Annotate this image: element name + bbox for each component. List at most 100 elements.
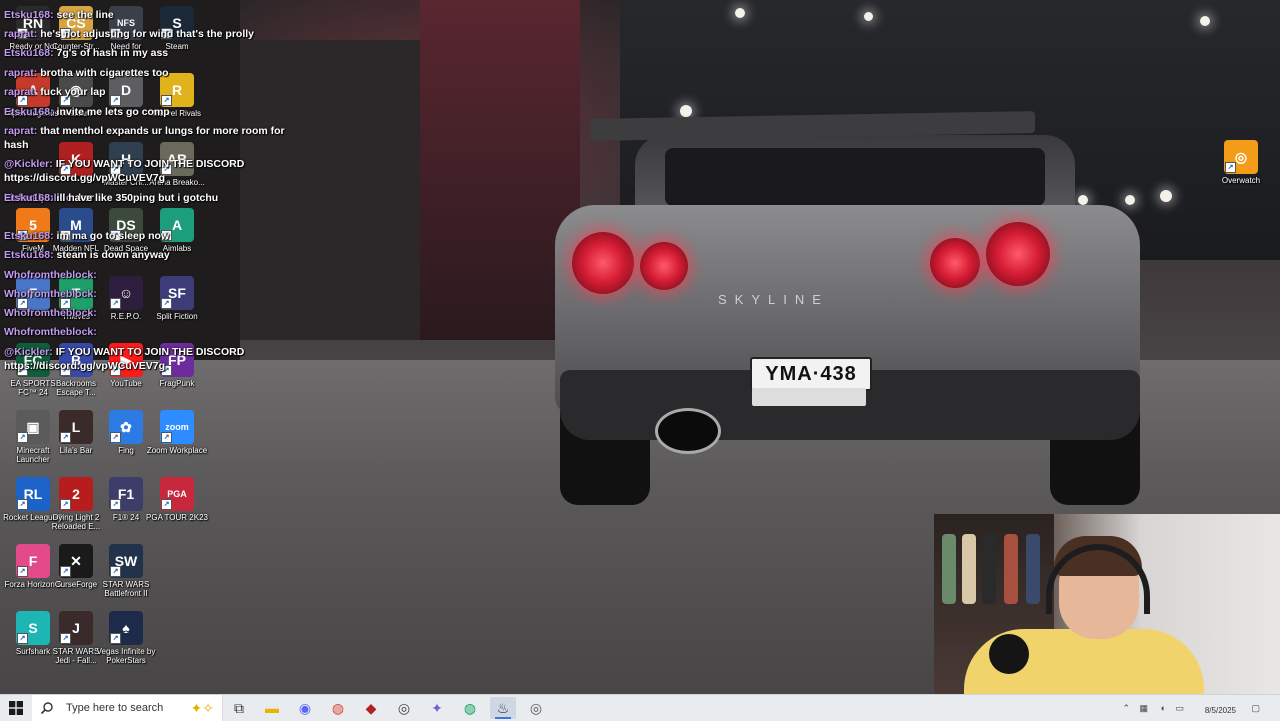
shortcut-arrow-icon: ↗ (60, 432, 71, 443)
vegas-infinite-icon-shortcut[interactable]: ♠ ↗ Vegas Infinite by PokerStars (95, 611, 157, 665)
chat-text: https://discord.gg/vpWCuVEV7g (4, 360, 166, 372)
pga-tour-icon-shortcut[interactable]: PGA ↗ PGA TOUR 2K23 (146, 477, 208, 522)
shortcut-arrow-icon: ↗ (17, 432, 28, 443)
shortcut-arrow-icon: ↗ (110, 298, 121, 309)
chat-username: @Kickler: (4, 158, 53, 170)
battery-icon[interactable]: ▭ (1175, 703, 1184, 714)
shortcut-arrow-icon: ↗ (60, 566, 71, 577)
tail-light (640, 242, 688, 290)
icon-label: STAR WARS Battlefront II (102, 580, 150, 598)
shortcut-arrow-icon: ↗ (60, 633, 71, 644)
chat-message: raprat: brotha with cigarettes too (4, 67, 169, 79)
shortcut-arrow-icon: ↗ (17, 633, 28, 644)
chat-message: Whofromtheblock: (4, 326, 97, 338)
repo-icon: ☺ ↗ (109, 276, 143, 310)
icon-label: Overwatch (1221, 176, 1261, 185)
chat-username: @Kickler: (4, 346, 53, 358)
chat-username: Whofromtheblock: (4, 307, 97, 319)
shortcut-arrow-icon: ↗ (161, 499, 172, 510)
curseforge-icon: ✕ ↗ (59, 544, 93, 578)
file-explorer-button[interactable]: ▬ (259, 697, 285, 719)
obs-button[interactable]: ◎ (391, 697, 417, 719)
overwatch-icon: ◎ ↗ (1224, 140, 1258, 174)
chrome-icon: ◍ (331, 699, 345, 716)
copilot-button[interactable]: ✦ (424, 697, 450, 719)
icon-label: Split Fiction (156, 312, 198, 321)
shortcut-arrow-icon: ↗ (110, 95, 121, 106)
shortcut-arrow-icon: ↗ (17, 499, 28, 510)
search-icon (40, 702, 53, 715)
pga-tour-icon: PGA ↗ (160, 477, 194, 511)
tail-light (986, 222, 1050, 286)
microphone (989, 634, 1029, 674)
obs2-button[interactable]: ◎ (523, 697, 549, 719)
f1-24-icon: F1 ↗ (109, 477, 143, 511)
lakers-bar-icon: L ↗ (59, 410, 93, 444)
chat-message: Whofromtheblock: (4, 288, 97, 300)
webcam-cloth (962, 534, 976, 604)
network-icon[interactable]: ▦ (1139, 703, 1148, 714)
file-explorer-icon: ▬ (265, 700, 279, 716)
webcam-cloth (982, 534, 996, 604)
chat-message: Etsku168: ill have like 350ping but i go… (4, 192, 218, 204)
zoom-icon-shortcut[interactable]: zoom ↗ Zoom Workplace (146, 410, 208, 455)
shortcut-arrow-icon: ↗ (161, 95, 172, 106)
app-red-button[interactable]: ◆ (358, 697, 384, 719)
task-view-button[interactable]: ⧉ (226, 697, 252, 719)
chat-username: Etsku168: (4, 9, 54, 21)
webcam-cloth (1026, 534, 1040, 604)
car-rear-window (665, 148, 1045, 206)
chat-message: Etsku168: invite me lets go comp (4, 106, 170, 118)
chat-username: raprat: (4, 125, 38, 137)
chat-text: 7g's of hash in my ass (56, 47, 169, 59)
fing-icon: ✿ ↗ (109, 410, 143, 444)
chat-text: im ma go to sleep now (56, 230, 170, 242)
overwatch-icon-shortcut[interactable]: ◎ ↗ Overwatch (1210, 140, 1272, 185)
chat-text: hash (4, 139, 29, 151)
notifications-icon[interactable]: ▢ (1251, 703, 1260, 714)
taskbar: Type here to search ✦✧ ⧉ ▬ ◉ ◍ ◆ ◎ ✦ ◍ ♨ ◎ ⌃ ▦ ◐ … (0, 694, 1280, 721)
tray-overflow-icon[interactable]: ⌃ (1122, 703, 1130, 714)
chat-text: that menthol expands ur lungs for more r… (40, 125, 285, 137)
chat-text: invite me lets go comp (56, 106, 170, 118)
steam-icon: ♨ (496, 699, 510, 716)
chat-username: Etsku168: (4, 47, 54, 59)
chat-text: see the line (56, 9, 114, 21)
webcam-overlay (934, 514, 1280, 694)
tail-light (572, 232, 634, 294)
chat-message: hash (4, 139, 29, 151)
obs-icon: ◎ (397, 699, 411, 716)
discord-button[interactable]: ◉ (292, 697, 318, 719)
steam-button[interactable]: ♨ (490, 697, 516, 719)
chrome2-button[interactable]: ◍ (457, 697, 483, 719)
chat-message: Etsku168: see the line (4, 9, 114, 21)
chrome-button[interactable]: ◍ (325, 697, 351, 719)
star-wars-battlefront-icon-shortcut[interactable]: SW ↗ STAR WARS Battlefront II (95, 544, 157, 598)
chat-message: raprat: that menthol expands ur lungs fo… (4, 125, 285, 137)
chat-text: IF YOU WANT TO JOIN THE DISCORD (55, 158, 245, 170)
chat-username: Whofromtheblock: (4, 326, 97, 338)
chat-message: @Kickler: IF YOU WANT TO JOIN THE DISCOR… (4, 346, 244, 358)
chat-username: Whofromtheblock: (4, 288, 97, 300)
chat-text: https://discord.gg/vpWCuVEV7g (4, 172, 166, 184)
chat-message: raprat: he's not adjusting for wind that… (4, 28, 254, 40)
chat-username: Whofromtheblock: (4, 269, 97, 281)
star-wars-battlefront-icon: SW ↗ (109, 544, 143, 578)
clock-date[interactable]: 8/5/2025 (1205, 706, 1236, 715)
volume-icon[interactable]: ◐ (1161, 703, 1166, 713)
chat-message: raprat: fuck your lap (4, 86, 106, 98)
car-badge: SKYLINE (718, 292, 829, 307)
obs2-icon: ◎ (529, 699, 543, 716)
star-wars-jedi-icon: J ↗ (59, 611, 93, 645)
shortcut-arrow-icon: ↗ (60, 499, 71, 510)
chat-username: Etsku168: (4, 106, 54, 118)
split-fiction-icon-shortcut[interactable]: SF ↗ Split Fiction (146, 276, 208, 321)
chat-text: ill have like 350ping but i gotchu (56, 192, 219, 204)
shortcut-arrow-icon: ↗ (1225, 162, 1236, 173)
chat-text: IF YOU WANT TO JOIN THE DISCORD (55, 346, 245, 358)
start-button[interactable] (0, 695, 32, 721)
chat-message: https://discord.gg/vpWCuVEV7g (4, 360, 165, 372)
chat-message: Whofromtheblock: (4, 307, 97, 319)
icon-label: FragPunk (159, 379, 195, 388)
taskbar-search-box[interactable]: Type here to search ✦✧ (32, 695, 223, 721)
